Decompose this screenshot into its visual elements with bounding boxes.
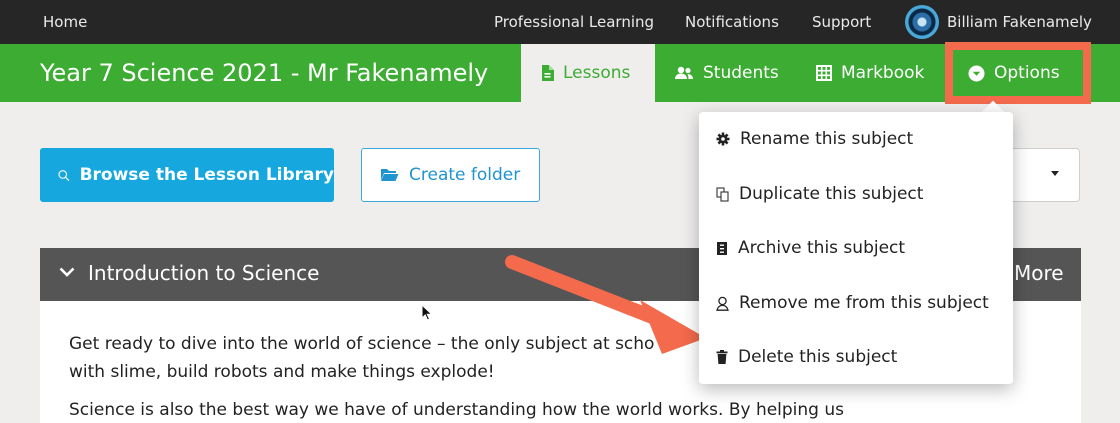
menu-item-label: Remove me from this subject: [739, 293, 989, 313]
trash-icon: [716, 350, 728, 364]
menu-item-delete[interactable]: Delete this subject: [699, 330, 1013, 384]
menu-item-label: Duplicate this subject: [739, 184, 924, 204]
user-icon: [716, 296, 729, 311]
menu-item-label: Archive this subject: [738, 238, 906, 258]
menu-item-remove-me[interactable]: Remove me from this subject: [699, 276, 1013, 330]
archive-icon: [717, 241, 727, 255]
options-menu: Rename this subject Duplicate this subje…: [699, 112, 1013, 384]
menu-item-rename[interactable]: Rename this subject: [699, 112, 1013, 166]
menu-item-duplicate[interactable]: Duplicate this subject: [699, 167, 1013, 221]
gear-icon: [716, 132, 730, 146]
copy-icon: [716, 186, 729, 202]
menu-item-label: Delete this subject: [738, 347, 898, 367]
menu-item-label: Rename this subject: [740, 129, 914, 149]
menu-item-archive[interactable]: Archive this subject: [699, 221, 1013, 275]
